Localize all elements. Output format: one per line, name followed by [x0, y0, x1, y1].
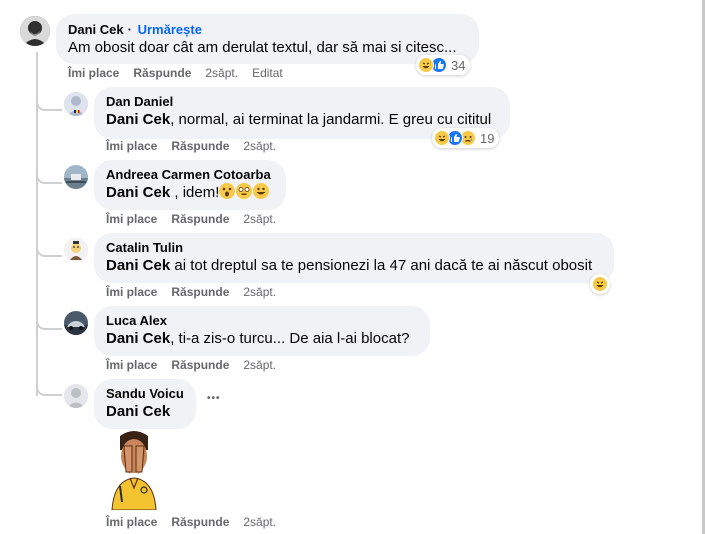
avatar[interactable]: [64, 165, 88, 189]
like-button[interactable]: Îmi place: [106, 358, 157, 372]
timestamp[interactable]: 2săpt.: [243, 139, 276, 153]
more-options-button[interactable]: •••: [207, 393, 221, 404]
reply-author[interactable]: Sandu Voicu: [106, 386, 184, 402]
thread-connector: [36, 174, 62, 184]
mention-link[interactable]: Dani Cek: [106, 257, 170, 274]
thread-connector: [36, 101, 62, 111]
reply-author[interactable]: Catalin Tulin: [106, 240, 602, 256]
comment-text: Am obosit doar cât am derulat textul, da…: [68, 39, 457, 56]
comment-author[interactable]: Dani Cek: [68, 22, 124, 37]
reply-button[interactable]: Răspunde: [171, 285, 229, 299]
reaction-count: 34: [451, 57, 466, 73]
like-button[interactable]: Îmi place: [106, 285, 157, 299]
reply-actions: Îmi place Răspunde 2săpt.: [106, 284, 290, 300]
haha-icon: [418, 57, 434, 73]
reaction-summary[interactable]: [590, 274, 610, 294]
reply-text: ai tot dreptul sa te pensionezi la 47 an…: [170, 257, 593, 274]
reply-author[interactable]: Luca Alex: [106, 313, 418, 329]
reply-actions: Îmi place Răspunde 2săpt.: [106, 514, 290, 530]
like-button[interactable]: Îmi place: [106, 515, 157, 529]
thread-connector: [36, 386, 62, 396]
reply-text: , ti-a zis-o turcu... De aia l-ai blocat…: [170, 330, 410, 347]
reply-bubble: Sandu Voicu Dani Cek: [94, 379, 196, 429]
timestamp[interactable]: 2săpt.: [205, 66, 238, 80]
reply-actions: Îmi place Răspunde 2săpt.: [106, 138, 290, 154]
timestamp[interactable]: 2săpt.: [243, 515, 276, 529]
mention-link[interactable]: Dani Cek: [106, 330, 170, 347]
facepalm-sticker: [106, 428, 162, 511]
reaction-summary[interactable]: 34: [416, 55, 471, 75]
like-button[interactable]: Îmi place: [106, 212, 157, 226]
reaction-count: 19: [480, 130, 495, 146]
reply-bubble: Catalin Tulin Dani Cek ai tot dreptul sa…: [94, 233, 614, 283]
reply-bubble: Luca Alex Dani Cek, ti-a zis-o turcu... …: [94, 306, 430, 356]
avatar[interactable]: [64, 311, 88, 335]
edited-label: Editat: [252, 66, 283, 80]
mention-link[interactable]: Dani Cek: [106, 111, 170, 128]
thread-connector: [36, 247, 62, 257]
timestamp[interactable]: 2săpt.: [243, 212, 276, 226]
timestamp[interactable]: 2săpt.: [243, 285, 276, 299]
avatar[interactable]: [64, 238, 88, 262]
reply-actions: Îmi place Răspunde 2săpt.: [106, 357, 290, 373]
reaction-summary[interactable]: 19: [432, 128, 500, 148]
comment-bubble: Dani Cek · Urmărește Am obosit doar cât a…: [56, 14, 479, 64]
like-button[interactable]: Îmi place: [106, 139, 157, 153]
reply-button[interactable]: Răspunde: [133, 66, 191, 80]
reply-button[interactable]: Răspunde: [171, 358, 229, 372]
comment-actions: Îmi place Răspunde 2săpt. Editat: [68, 65, 297, 81]
follow-button[interactable]: Urmărește: [138, 22, 202, 37]
mention-link[interactable]: Dani Cek: [106, 403, 170, 420]
reply-button[interactable]: Răspunde: [171, 515, 229, 529]
avatar[interactable]: [64, 384, 88, 408]
reply-author[interactable]: Dan Daniel: [106, 94, 498, 110]
fearful-emoji: [219, 183, 236, 199]
grin-emoji: [253, 183, 270, 199]
reply-text: , normal, ai terminat la jandarmi. E gre…: [170, 111, 492, 128]
mention-link[interactable]: Dani Cek: [106, 184, 170, 201]
haha-icon: [592, 276, 608, 292]
thread-connector: [36, 320, 62, 330]
haha-icon: [434, 130, 450, 146]
flushed-emoji: [236, 183, 253, 199]
reply-button[interactable]: Răspunde: [171, 212, 229, 226]
reply-author[interactable]: Andreea Carmen Cotoarba: [106, 167, 274, 183]
avatar[interactable]: [64, 92, 88, 116]
reply-actions: Îmi place Răspunde 2săpt.: [106, 211, 290, 227]
like-button[interactable]: Îmi place: [68, 66, 119, 80]
reply-text: , idem!: [170, 184, 220, 201]
timestamp[interactable]: 2săpt.: [243, 358, 276, 372]
reply-button[interactable]: Răspunde: [171, 139, 229, 153]
avatar[interactable]: [20, 16, 50, 46]
reply-bubble: Andreea Carmen Cotoarba Dani Cek , idem!: [94, 160, 286, 210]
